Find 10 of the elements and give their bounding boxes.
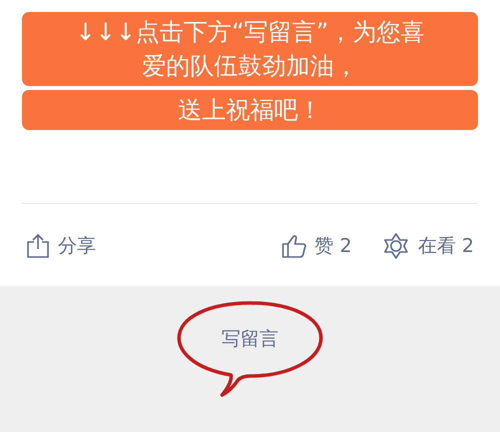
banner-text: ↓↓↓点击下方“写留言”，为您喜 bbox=[74, 17, 426, 48]
share-button[interactable]: 分享 bbox=[26, 233, 96, 259]
thumbs-up-icon bbox=[280, 233, 307, 259]
watching-button[interactable]: 在看 2 bbox=[382, 232, 474, 260]
banner-text: 爱的队伍鼓劲加油， bbox=[141, 51, 359, 82]
like-button[interactable]: 赞 2 bbox=[280, 233, 352, 259]
write-comment-link[interactable]: 写留言 bbox=[176, 326, 324, 352]
star-icon bbox=[382, 232, 410, 260]
banner-text: 送上祝福吧！ bbox=[177, 95, 323, 126]
share-icon bbox=[26, 233, 50, 259]
